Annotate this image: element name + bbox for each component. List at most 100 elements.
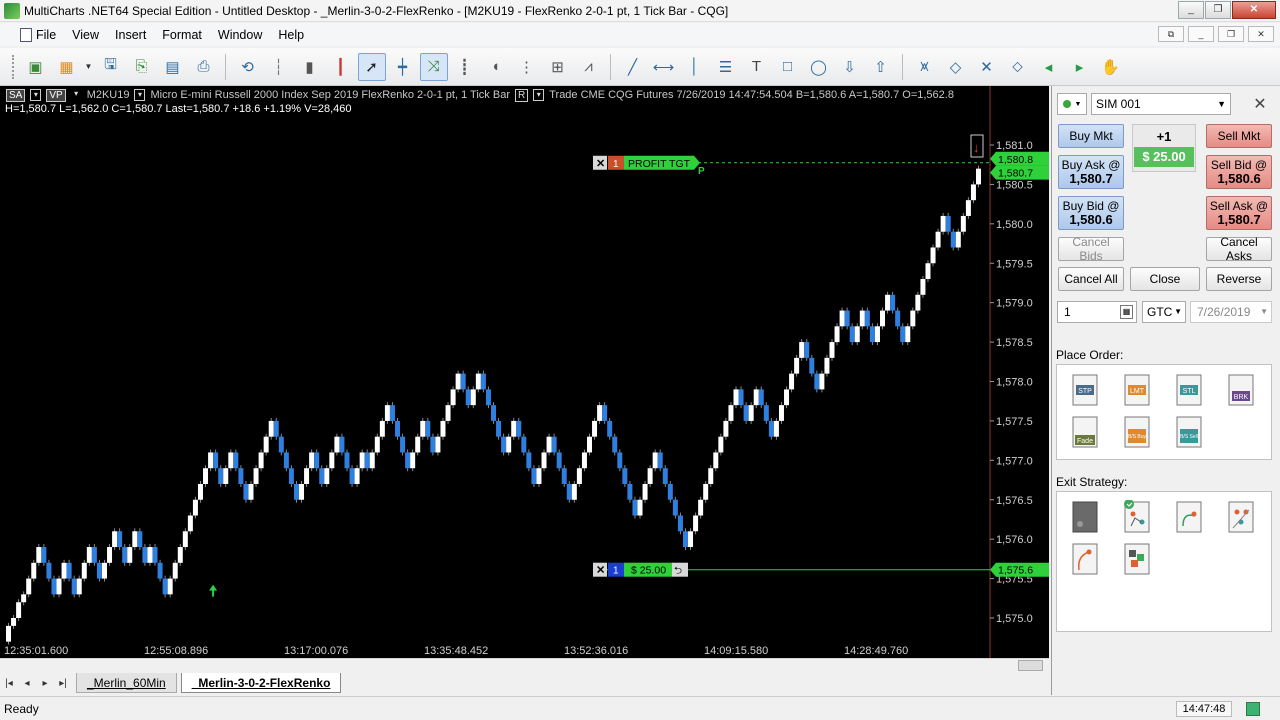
stop-limit-order-icon[interactable]: STL: [1175, 373, 1203, 407]
limit-order-icon[interactable]: LMT: [1123, 373, 1151, 407]
exit-strategy-custom-icon[interactable]: [1123, 542, 1151, 576]
text-tool-icon[interactable]: T: [743, 53, 771, 81]
exit-strategy-default-icon[interactable]: [1071, 500, 1099, 534]
export-image-icon[interactable]: ▤: [159, 53, 187, 81]
fade-order-icon[interactable]: Fade: [1071, 415, 1099, 449]
exit-strategy-active-icon[interactable]: [1123, 500, 1151, 534]
zoom-in-x-icon[interactable]: ⩙: [911, 53, 939, 81]
scroll-right-icon[interactable]: ▸: [1066, 53, 1094, 81]
account-status-dropdown[interactable]: ▼: [1057, 93, 1087, 115]
horizontal-line-icon[interactable]: ⟷: [650, 53, 678, 81]
sell-market-button[interactable]: Sell Mkt: [1206, 124, 1272, 148]
vp-dropdown-icon[interactable]: ▾: [71, 89, 82, 101]
menu-file[interactable]: File: [12, 27, 64, 42]
toolbar-grip[interactable]: [12, 54, 16, 79]
arrow-up-tool-icon[interactable]: ⇧: [867, 53, 895, 81]
zoom-in-y-icon[interactable]: ✕: [973, 53, 1001, 81]
fit-icon[interactable]: ⩘: [575, 53, 603, 81]
open-workspace-icon[interactable]: ▦: [53, 53, 81, 81]
close-position-button[interactable]: Close: [1130, 267, 1200, 291]
cancel-bids-button[interactable]: Cancel Bids: [1058, 235, 1124, 263]
indicator-icon[interactable]: ⟲: [234, 53, 262, 81]
mdi-restore-button[interactable]: ❐: [1218, 26, 1244, 42]
scrollbar-thumb[interactable]: [1018, 660, 1043, 671]
r-dropdown-icon[interactable]: ▾: [533, 89, 545, 101]
buy-market-button[interactable]: Buy Mkt: [1058, 124, 1124, 148]
bs-sell-order-icon[interactable]: B/S Sell: [1175, 415, 1203, 449]
symbol-dropdown-icon[interactable]: ▾: [134, 89, 146, 101]
buy-bid-button[interactable]: Buy Bid @ 1,580.6: [1058, 196, 1124, 230]
fib-icon[interactable]: ☰: [712, 53, 740, 81]
ohlc-style-icon[interactable]: ┃: [327, 53, 355, 81]
zoom-icon[interactable]: ⊞: [544, 53, 572, 81]
sa-badge[interactable]: SA: [6, 88, 26, 102]
trade-icon[interactable]: ⤨: [419, 52, 448, 81]
scroll-left-icon[interactable]: ◂: [1035, 53, 1063, 81]
tab-merlin-flexrenko[interactable]: _Merlin-3-0-2-FlexRenko: [180, 673, 342, 693]
zoom-out-x-icon[interactable]: ◇: [942, 53, 970, 81]
tab-merlin-60min[interactable]: _Merlin_60Min: [76, 673, 177, 693]
maximize-button[interactable]: ❐: [1205, 1, 1231, 19]
bs-buy-order-icon[interactable]: B/S Buy: [1123, 415, 1151, 449]
panel-close-icon[interactable]: ✕: [1250, 94, 1270, 114]
line-tool-icon[interactable]: ╱: [619, 53, 647, 81]
sell-ask-button[interactable]: Sell Ask @ 1,580.7: [1206, 196, 1272, 230]
vertical-line-icon[interactable]: │: [681, 53, 709, 81]
mdi-float-button[interactable]: ⧉: [1158, 26, 1184, 42]
ellipse-tool-icon[interactable]: ◯: [805, 53, 833, 81]
last-tab-icon[interactable]: ▸|: [54, 678, 72, 689]
bar-style-icon[interactable]: ┆: [265, 53, 293, 81]
menu-help[interactable]: Help: [270, 28, 312, 42]
exit-strategy-breakeven-icon[interactable]: [1071, 542, 1099, 576]
account-select[interactable]: SIM 001 ▼: [1091, 93, 1231, 115]
first-tab-icon[interactable]: |◂: [0, 678, 18, 689]
arrow-down-tool-icon[interactable]: ⇩: [836, 53, 864, 81]
copy-icon[interactable]: ⎘: [128, 53, 156, 81]
crosshair-icon[interactable]: ┿: [389, 53, 417, 81]
menu-window[interactable]: Window: [210, 28, 270, 42]
dots-icon[interactable]: ⋮: [513, 53, 541, 81]
sell-bid-button[interactable]: Sell Bid @ 1,580.6: [1206, 155, 1272, 189]
reverse-button[interactable]: Reverse: [1206, 267, 1272, 291]
quantity-input[interactable]: 1 ▦: [1057, 301, 1137, 323]
minimize-button[interactable]: _: [1178, 1, 1204, 19]
cancel-all-button[interactable]: Cancel All: [1058, 267, 1124, 291]
sa-dropdown-icon[interactable]: ▾: [30, 89, 42, 101]
breakout-order-icon[interactable]: BRK: [1227, 373, 1255, 407]
renko-bar: [71, 578, 77, 595]
profit-target-tag[interactable]: ✕ 1 PROFIT TGT: [593, 155, 700, 170]
vp-badge[interactable]: VP: [46, 88, 66, 102]
menu-format[interactable]: Format: [154, 28, 210, 42]
calculator-icon[interactable]: ▦: [1120, 305, 1133, 319]
alert-marker[interactable]: ↓: [970, 134, 984, 158]
tif-select[interactable]: GTC ▼: [1142, 301, 1186, 323]
exit-strategy-multi-icon[interactable]: [1227, 500, 1255, 534]
prev-tab-icon[interactable]: ◂: [18, 678, 36, 689]
cursor-icon[interactable]: ◖: [482, 53, 510, 81]
buy-ask-button[interactable]: Buy Ask @ 1,580.7: [1058, 155, 1124, 189]
save-icon[interactable]: 🖫: [97, 53, 125, 81]
exit-strategy-trailing-icon[interactable]: [1175, 500, 1203, 534]
chart-scrollbar[interactable]: [0, 658, 1049, 672]
dropdown-icon[interactable]: ▼: [84, 53, 94, 81]
pointer-icon[interactable]: ➚: [357, 52, 386, 81]
menu-insert[interactable]: Insert: [107, 28, 154, 42]
print-icon[interactable]: ⎙: [190, 53, 218, 81]
stop-order-icon[interactable]: STP: [1071, 373, 1099, 407]
r-badge[interactable]: R: [514, 88, 529, 102]
rectangle-tool-icon[interactable]: □: [774, 53, 802, 81]
mdi-close-button[interactable]: ✕: [1248, 26, 1274, 42]
zoom-out-y-icon[interactable]: ⬦: [1004, 53, 1032, 81]
tick-icon[interactable]: ┋: [451, 53, 479, 81]
mdi-minimize-button[interactable]: _: [1188, 26, 1214, 42]
next-tab-icon[interactable]: ▸: [36, 678, 54, 689]
close-button[interactable]: ✕: [1232, 1, 1276, 19]
new-chart-icon[interactable]: ▣: [22, 53, 50, 81]
cancel-asks-button[interactable]: Cancel Asks: [1206, 235, 1272, 263]
menu-view[interactable]: View: [64, 28, 107, 42]
candle-style-icon[interactable]: ▮: [296, 53, 324, 81]
price-chart[interactable]: 1,581.0 1,580.5 1,580.0 1,579.5 1,579.0 1,578…: [0, 86, 1049, 658]
chart-canvas[interactable]: 1,581.0 1,580.5 1,580.0 1,579.5 1,579.0 1,578…: [0, 86, 1049, 658]
hand-icon[interactable]: ✋: [1097, 53, 1125, 81]
expiry-date-field[interactable]: 7/26/2019 ▼: [1190, 301, 1272, 323]
